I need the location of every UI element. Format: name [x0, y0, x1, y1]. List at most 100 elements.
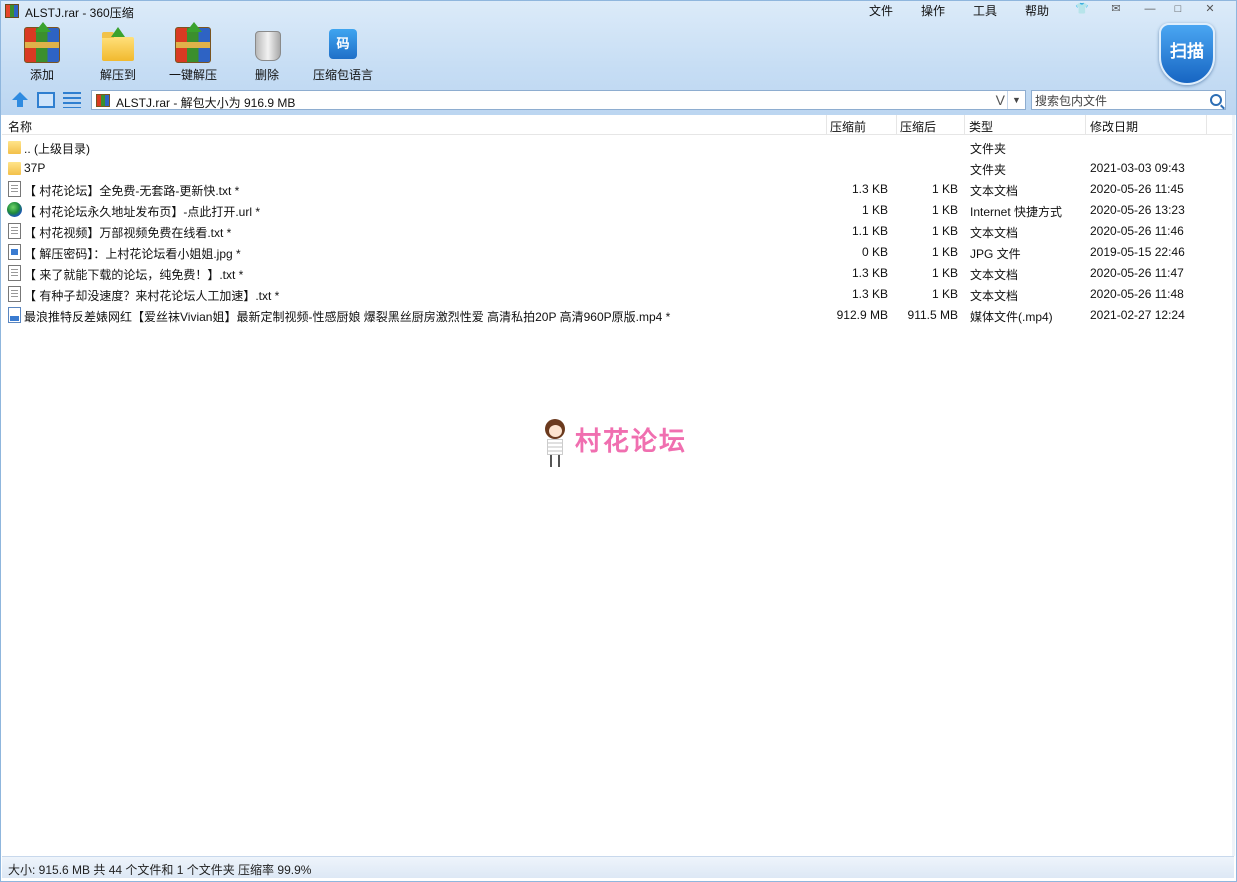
file-name: 【 村花论坛】全免费-无套路-更新快.txt * — [24, 184, 240, 198]
text-file-icon — [8, 223, 21, 239]
file-name: 【 村花论坛永久地址发布页】-点此打开.url * — [24, 205, 261, 219]
internet-shortcut-icon — [7, 202, 22, 217]
list-header: 名称 压缩前 压缩后 类型 修改日期 — [2, 115, 1234, 135]
thumbnail-view-icon[interactable] — [37, 92, 55, 108]
skin-icon[interactable]: 👕 — [1073, 2, 1091, 16]
extract-to-icon — [100, 27, 136, 63]
add-button-label: 添加 — [29, 68, 54, 82]
file-compressed-size: 1.3 KB — [851, 182, 888, 196]
add-button[interactable]: 添加 — [7, 22, 77, 83]
column-compressed[interactable]: 压缩前 — [830, 118, 866, 135]
file-row[interactable]: 【 来了就能下载的论坛，纯免费！】.txt * 1.3 KB 1 KB 文本文档 202… — [2, 262, 1234, 283]
file-modified: 2021-03-03 09:43 — [1090, 161, 1185, 175]
path-field[interactable]: ALSTJ.rar - 解包大小为 916.9 MB V ▼ — [91, 90, 1026, 110]
folder-icon — [8, 141, 21, 154]
text-file-icon — [8, 265, 21, 281]
maximize-icon[interactable]: □ — [1169, 2, 1187, 16]
file-original-size: 1 KB — [931, 287, 958, 301]
status-text: 大小: 915.6 MB 共 44 个文件和 1 个文件夹 压缩率 99.9% — [8, 863, 312, 877]
file-original-size: 911.5 MB — [907, 308, 958, 322]
extract-to-button[interactable]: 解压到 — [83, 27, 153, 83]
path-text: ALSTJ.rar - 解包大小为 916.9 MB — [116, 96, 296, 110]
archive-language-button[interactable]: 码 压缩包语言 — [308, 27, 378, 83]
girl-illustration-icon — [541, 419, 569, 467]
menu-help[interactable]: 帮助 — [1025, 2, 1049, 19]
one-click-extract-button[interactable]: 一键解压 — [158, 22, 228, 83]
close-icon[interactable]: ✕ — [1201, 2, 1219, 16]
file-row[interactable]: 【 有种子却没速度？来村花论坛人工加速】.txt * 1.3 KB 1 KB 文本文档… — [2, 283, 1234, 304]
file-type: 文本文档 — [970, 226, 1019, 240]
minimize-icon[interactable]: ― — [1141, 2, 1159, 16]
file-original-size: 1 KB — [931, 224, 958, 238]
column-divider[interactable] — [1085, 115, 1086, 135]
file-row[interactable]: .. (上级目录) 文件夹 — [2, 136, 1234, 157]
add-archive-icon — [24, 22, 60, 63]
file-row[interactable]: 【 解压密码】：上村花论坛看小姐姐.jpg * 0 KB 1 KB JPG 文件 201… — [2, 241, 1234, 262]
feedback-icon[interactable]: ✉ — [1107, 2, 1125, 16]
column-divider[interactable] — [826, 115, 827, 135]
file-type: 文本文档 — [970, 184, 1019, 198]
file-original-size: 1 KB — [931, 266, 958, 280]
file-type: 文本文档 — [970, 268, 1019, 282]
column-divider[interactable] — [1206, 115, 1207, 135]
forum-watermark: 村花论坛 — [541, 419, 701, 469]
one-click-extract-label: 一键解压 — [168, 68, 217, 82]
file-name: 【 有种子却没速度？来村花论坛人工加速】.txt * — [24, 289, 280, 303]
app-window: ALSTJ.rar - 360压缩 文件 操作 工具 帮助 👕 ✉ ― □ ✕ … — [0, 0, 1237, 882]
text-file-icon — [8, 181, 21, 197]
archive-language-icon: 码 — [325, 27, 361, 63]
verify-icon[interactable]: V — [996, 92, 1005, 108]
file-type: JPG 文件 — [970, 247, 1021, 261]
file-compressed-size: 912.9 MB — [836, 308, 888, 322]
file-row[interactable]: 【 村花视频】万部视频免费在线看.txt * 1.1 KB 1 KB 文本文档 2020… — [2, 220, 1234, 241]
up-arrow-icon[interactable] — [11, 92, 29, 108]
column-original[interactable]: 压缩后 — [900, 118, 936, 135]
column-divider[interactable] — [964, 115, 965, 135]
file-modified: 2019-05-15 22:46 — [1090, 245, 1185, 259]
file-row[interactable]: 【 村花论坛永久地址发布页】-点此打开.url * 1 KB 1 KB Interne… — [2, 199, 1234, 220]
file-compressed-size: 1.3 KB — [851, 266, 888, 280]
file-modified: 2020-05-26 11:46 — [1090, 224, 1184, 238]
file-original-size: 1 KB — [931, 203, 958, 217]
menu-tools[interactable]: 工具 — [973, 2, 997, 19]
file-compressed-size: 1.3 KB — [851, 287, 888, 301]
file-name: 【 来了就能下载的论坛，纯免费！】.txt * — [24, 268, 244, 282]
column-name[interactable]: 名称 — [8, 118, 32, 135]
list-right-edge — [1232, 115, 1235, 856]
status-bar: 大小: 915.6 MB 共 44 个文件和 1 个文件夹 压缩率 99.9% — [2, 856, 1234, 878]
file-type: 文件夹 — [970, 163, 1007, 177]
top-panel: ALSTJ.rar - 360压缩 文件 操作 工具 帮助 👕 ✉ ― □ ✕ … — [1, 1, 1236, 115]
title-bar: ALSTJ.rar - 360压缩 文件 操作 工具 帮助 👕 ✉ ― □ ✕ — [1, 1, 1236, 21]
archive-language-label: 压缩包语言 — [312, 68, 373, 82]
chevron-down-icon[interactable]: ▼ — [1007, 91, 1025, 109]
file-row[interactable]: 最浪推特反差婊网红【爱丝袜Vivian姐】最新定制视频-性感厨娘 爆裂黑丝厨房激… — [2, 304, 1234, 325]
scan-button[interactable]: 扫描 — [1159, 23, 1215, 85]
extract-to-label: 解压到 — [99, 68, 136, 82]
list-view-icon[interactable] — [63, 92, 81, 108]
file-name: 最浪推特反差婊网红【爱丝袜Vivian姐】最新定制视频-性感厨娘 爆裂黑丝厨房激… — [24, 310, 671, 324]
window-title: ALSTJ.rar - 360压缩 — [25, 6, 134, 20]
file-row[interactable]: 【 村花论坛】全免费-无套路-更新快.txt * 1.3 KB 1 KB 文本文档 20… — [2, 178, 1234, 199]
column-modified[interactable]: 修改日期 — [1090, 118, 1138, 135]
search-icon[interactable] — [1210, 94, 1222, 106]
file-name: .. (上级目录) — [24, 142, 90, 156]
file-modified: 2021-02-27 12:24 — [1090, 308, 1185, 322]
file-name: 【 村花视频】万部视频免费在线看.txt * — [24, 226, 232, 240]
menu-file[interactable]: 文件 — [869, 2, 893, 19]
file-original-size: 1 KB — [931, 182, 958, 196]
archive-icon — [96, 94, 110, 107]
file-compressed-size: 1 KB — [861, 203, 888, 217]
file-type: Internet 快捷方式 — [970, 205, 1063, 219]
file-row[interactable]: 37P 文件夹 2021-03-03 09:43 — [2, 157, 1234, 178]
file-compressed-size: 0 KB — [861, 245, 888, 259]
file-modified: 2020-05-26 11:48 — [1090, 287, 1184, 301]
menu-operate[interactable]: 操作 — [921, 2, 945, 19]
delete-button[interactable]: 删除 — [232, 27, 302, 83]
delete-icon — [249, 27, 285, 63]
file-modified: 2020-05-26 13:23 — [1090, 203, 1185, 217]
address-bar: ALSTJ.rar - 解包大小为 916.9 MB V ▼ — [1, 89, 1236, 113]
file-original-size: 1 KB — [931, 245, 958, 259]
search-input[interactable] — [1035, 93, 1205, 108]
column-type[interactable]: 类型 — [969, 118, 993, 135]
column-divider[interactable] — [896, 115, 897, 135]
